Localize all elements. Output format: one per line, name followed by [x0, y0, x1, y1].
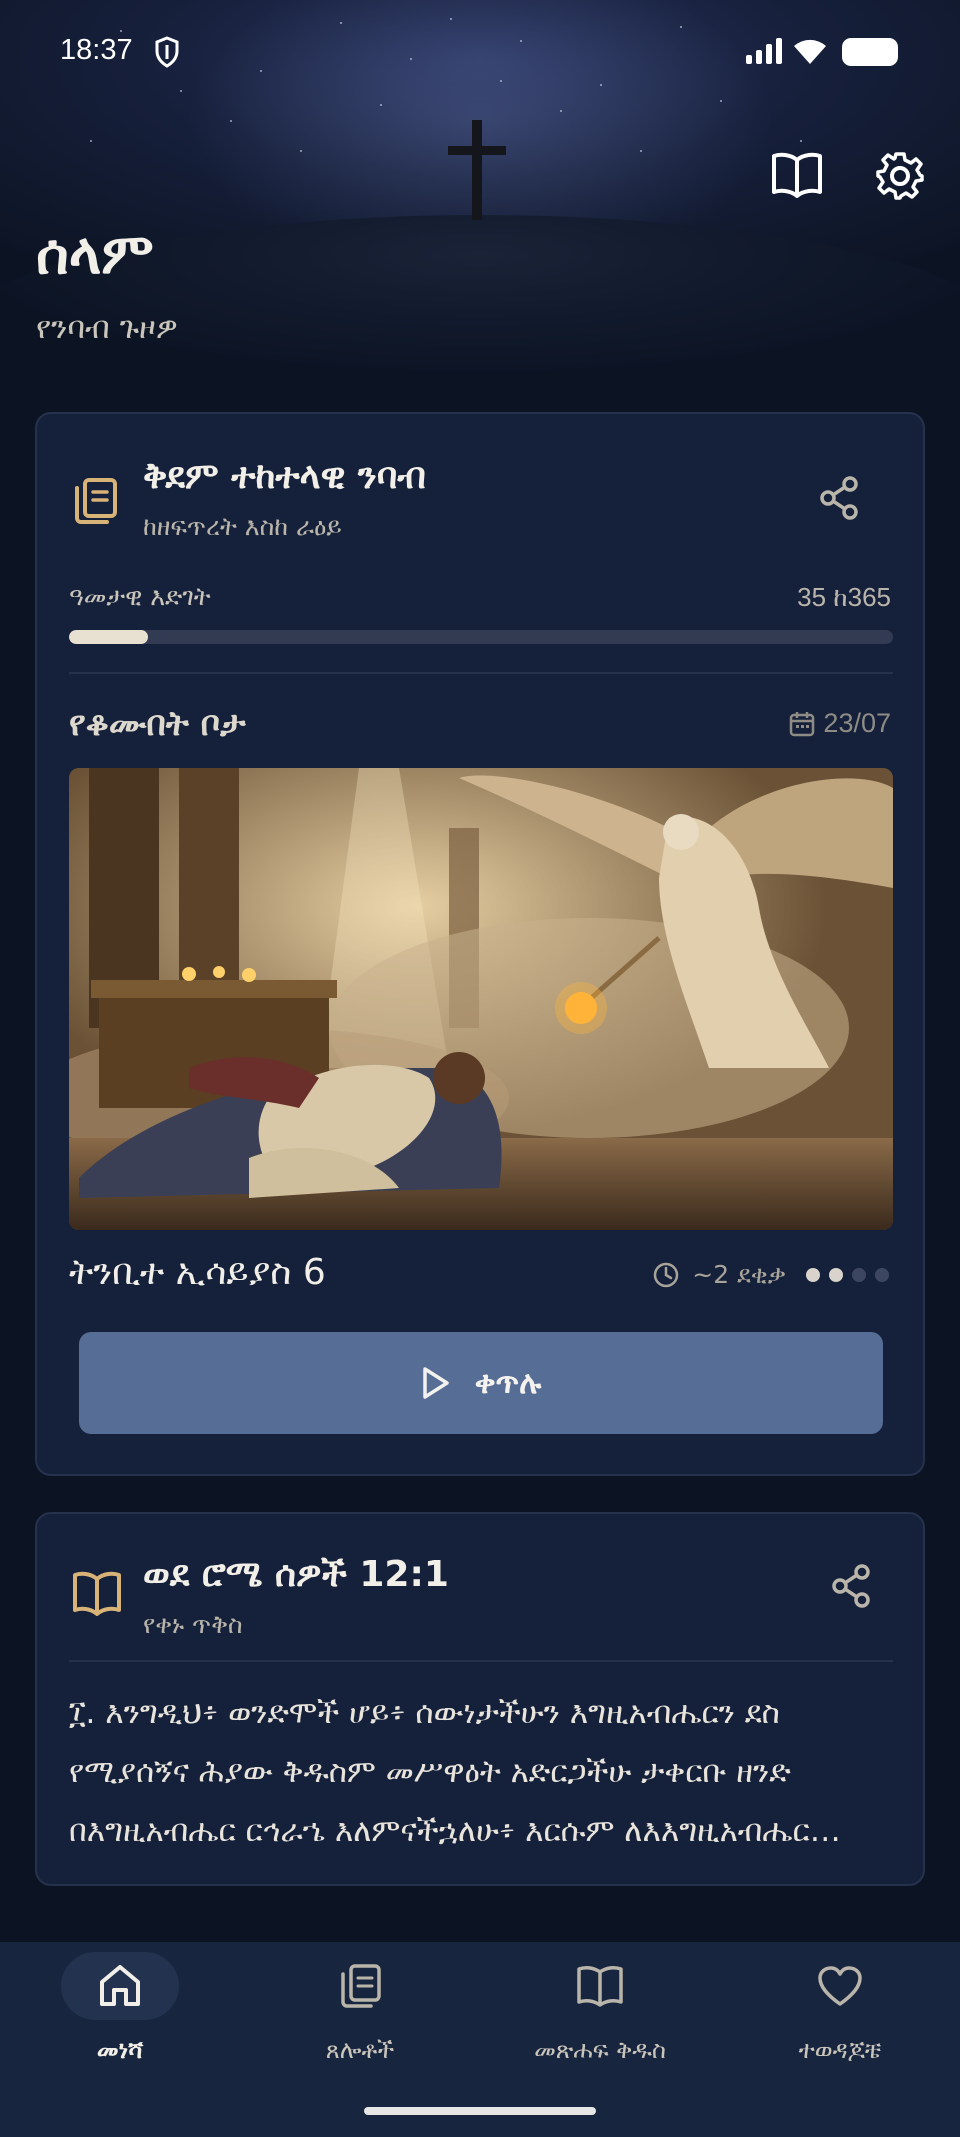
progress-fill [69, 630, 149, 644]
wifi-icon [794, 39, 826, 64]
progress-dots [806, 1268, 889, 1282]
progress-bar [69, 630, 893, 644]
verse-reference: ወደ ሮሜ ሰዎች 12:1 [143, 1554, 449, 1595]
divider [69, 672, 893, 674]
nav-label: ተወዳጆቼ [798, 2036, 882, 2064]
nav-bible[interactable]: መጽሐፍ ቅዱስ [480, 1942, 720, 2092]
nav-label: ጸሎቶች [325, 2036, 395, 2064]
greeting-title: ሰላም [36, 222, 154, 287]
verse-card: ወደ ሮሜ ሰዎች 12:1 የቀኑ ጥቅስ ፲. እንግዲህ፥ ወንድሞች ሆ… [35, 1512, 925, 1886]
open-book-icon [73, 1571, 121, 1616]
play-icon [422, 1367, 449, 1399]
shield-icon [155, 36, 179, 68]
reading-meta: ~2 ደቂቃ [652, 1260, 889, 1290]
nav-favorites[interactable]: ተወዳጆቼ [720, 1942, 960, 2092]
bible-icon [577, 1966, 623, 2007]
gear-icon[interactable] [874, 150, 926, 202]
progress-dot [829, 1268, 843, 1282]
nav-label: መነሻ [96, 2036, 144, 2064]
continue-button[interactable]: ቀጥሉ [79, 1332, 883, 1434]
clock-icon [654, 1262, 679, 1288]
progress-dot [875, 1268, 889, 1282]
share-icon[interactable] [819, 476, 859, 520]
share-icon[interactable] [831, 1564, 871, 1608]
home-indicator[interactable] [364, 2107, 596, 2115]
heart-icon [818, 1966, 862, 2006]
duration-text: ~2 ደቂቃ [692, 1260, 786, 1289]
cross-image [472, 120, 482, 220]
nav-home[interactable]: መነሻ [0, 1942, 240, 2092]
prayers-icon [341, 1964, 381, 2008]
progress-dot [806, 1268, 820, 1282]
illustration-art [69, 768, 893, 1230]
calendar-icon [790, 711, 815, 736]
plan-title: ቅደም ተከተላዊ ንባብ [143, 456, 426, 497]
date-text: 23/07 [823, 708, 891, 738]
nav-prayers[interactable]: ጸሎቶች [240, 1942, 480, 2092]
books-icon [75, 478, 117, 524]
nav-label: መጽሐፍ ቅዱስ [534, 2036, 666, 2064]
signal-icon [746, 38, 782, 64]
section-title: የቆሙበት ቦታ [69, 704, 246, 744]
status-time: 18:37 [60, 34, 133, 66]
reading-illustration [69, 768, 893, 1230]
progress-dot [852, 1268, 866, 1282]
reading-plan-card: ቅደም ተከተላዊ ንባብ ከዘፍጥረት እስከ ራዕይ ዓመታዊ እድገት 3… [35, 412, 925, 1476]
book-icon[interactable] [770, 150, 824, 198]
greeting-subtitle: የንባብ ጉዞዎ [36, 310, 178, 346]
continue-label: ቀጥሉ [474, 1364, 542, 1401]
battery-icon [842, 38, 898, 66]
progress-count: 35 ከ365 [797, 582, 891, 612]
verse-text[interactable]: ፲. እንግዲህ፥ ወንድሞች ሆይ፥ ሰውነታችሁን እግዚአብሔርን ደስ … [69, 1684, 899, 1861]
plan-subtitle: ከዘፍጥረት እስከ ራዕይ [143, 512, 342, 541]
divider [69, 1660, 893, 1662]
reading-title: ትንቢተ ኢሳይያስ 6 [69, 1252, 326, 1293]
home-icon [100, 1965, 140, 2006]
date-label: 23/07 [789, 708, 891, 739]
progress-label: ዓመታዊ እድገት [69, 582, 211, 611]
verse-subtitle: የቀኑ ጥቅስ [143, 1610, 243, 1639]
